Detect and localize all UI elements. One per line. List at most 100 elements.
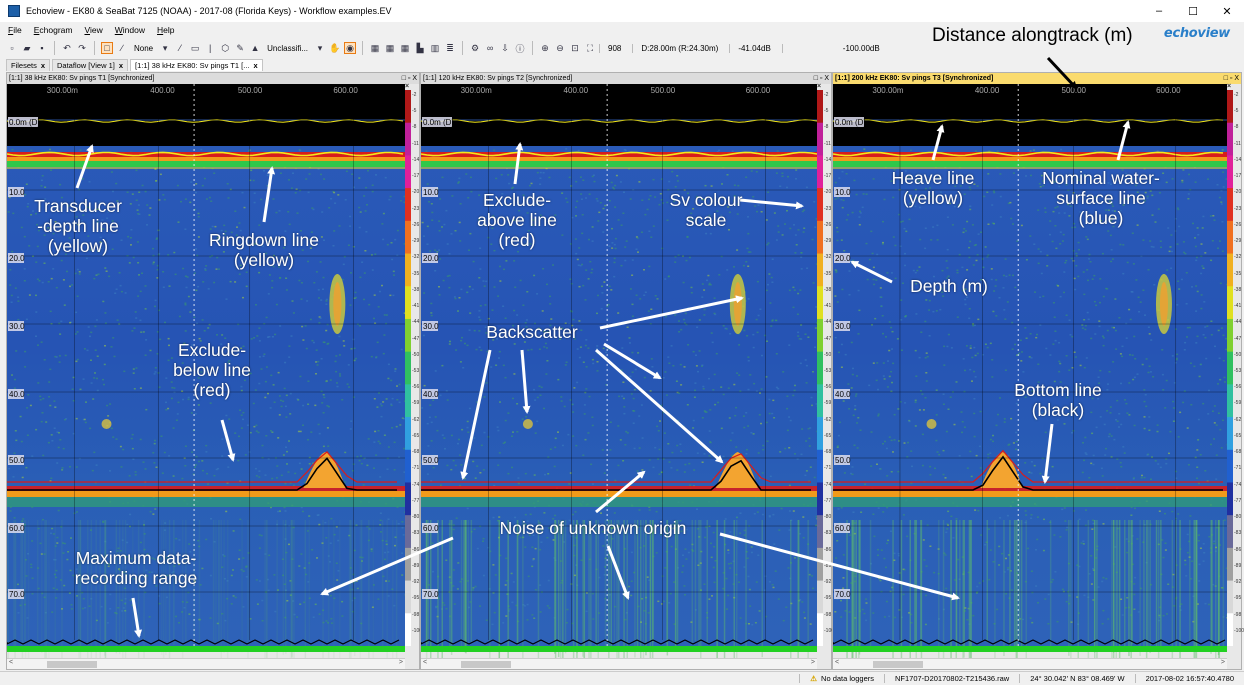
scale-tick-label: -89 — [412, 562, 420, 569]
tab-close-icon[interactable]: x — [254, 61, 258, 70]
draw-line-icon[interactable]: ⁄ — [174, 42, 186, 54]
echogram-copy-icon[interactable]: ▦ — [384, 42, 396, 54]
title-bar: Echoview - EK80 & SeaBat 7125 (NOAA) - 2… — [0, 0, 1244, 22]
info-icon[interactable]: ⓘ — [514, 42, 526, 54]
maximize-button[interactable]: ☐ — [1176, 0, 1210, 22]
menu-help[interactable]: Help — [157, 25, 174, 35]
scale-tick-label: -65 — [824, 432, 832, 439]
scale-tick-label: -11 — [412, 140, 419, 147]
horizontal-scrollbar[interactable]: < > — [421, 658, 817, 669]
scale-tick-label: -65 — [412, 432, 420, 439]
scroll-left-icon[interactable]: < — [835, 659, 839, 666]
scroll-thumb[interactable] — [461, 661, 511, 668]
scale-close-icon[interactable]: × — [405, 83, 409, 90]
max-range-bar — [833, 646, 1227, 652]
scroll-right-icon[interactable]: > — [1221, 659, 1225, 666]
annotation-max-range: Maximum data-recording range — [74, 548, 198, 588]
echogram-pane-3[interactable]: [1:1] 200 kHz EK80: Sv pings T3 [Synchro… — [832, 72, 1244, 670]
menu-window[interactable]: Window — [115, 25, 145, 35]
new-file-icon[interactable]: ▫ — [6, 42, 18, 54]
scale-tick-label: -95 — [824, 595, 832, 602]
link-icon[interactable]: ∞ — [484, 42, 496, 54]
echogram-canvas[interactable]: 300.00m 400.00 500.00 600.00 0.0m (D) 10.0 20.… — [421, 84, 817, 660]
menu-file[interactable]: File — [8, 25, 22, 35]
scale-tick-label: -38 — [824, 286, 832, 293]
polygon-region-icon[interactable]: ⬡ — [219, 42, 231, 54]
seabed-echo-tail — [7, 497, 405, 507]
undo-icon[interactable]: ↶ — [61, 42, 73, 54]
echogram-new-icon[interactable]: ▦ — [369, 42, 381, 54]
sv-colour-scale[interactable]: × -2 -5 -8 -11 -14 -17 -20 -23 -26 -29 -32 -35 -38 -41… — [1227, 83, 1244, 660]
scale-tick-label: -44 — [412, 319, 420, 326]
minimize-button[interactable]: – — [1142, 0, 1176, 22]
pane-window-buttons[interactable]: □ ▫ X — [402, 73, 417, 84]
depth-label: 60.0 — [423, 524, 439, 533]
zoom-region-icon[interactable]: ⊡ — [569, 42, 581, 54]
echogram-sync-icon[interactable]: ▦ — [399, 42, 411, 54]
scroll-right-icon[interactable]: > — [399, 659, 403, 666]
depth-label: 30.0 — [423, 322, 439, 331]
horizontal-scrollbar[interactable]: < > — [7, 658, 405, 669]
bar-chart-icon[interactable]: ▥ — [429, 42, 441, 54]
depth-label: 20.0 — [835, 254, 851, 263]
tab-close-icon[interactable]: x — [119, 61, 123, 70]
menu-echogram[interactable]: Echogram — [34, 25, 73, 35]
scale-tick-label: -53 — [412, 368, 420, 374]
layers-icon[interactable]: ≣ — [444, 42, 456, 54]
save-icon[interactable]: ▪ — [36, 42, 48, 54]
scroll-thumb[interactable] — [47, 661, 97, 668]
tab-close-icon[interactable]: x — [41, 61, 45, 70]
zoom-active-icon[interactable]: ◉ — [344, 42, 357, 54]
scale-tick-label: -17 — [412, 173, 420, 180]
zoom-in-icon[interactable]: ⊕ — [539, 42, 551, 54]
scale-tick-label: -71 — [1234, 465, 1242, 472]
depth-label: 50.0 — [9, 456, 25, 465]
scale-close-icon[interactable]: × — [817, 83, 821, 90]
distance-tick-label: 400.00 — [975, 86, 1000, 95]
scale-tick-label: -74 — [1234, 481, 1242, 488]
tab-filesets[interactable]: Filesets x — [6, 59, 51, 71]
depth-label: 0.0m (D) — [423, 118, 454, 127]
dropdown-icon[interactable]: ▾ — [159, 42, 171, 54]
open-folder-icon[interactable]: ▰ — [21, 42, 33, 54]
zoom-full-icon[interactable]: ⛶ — [584, 42, 596, 54]
rectangle-region-icon[interactable]: ▭ — [189, 42, 201, 54]
select-rectangle-icon[interactable]: □ — [101, 42, 113, 54]
export-icon[interactable]: ⇩ — [499, 42, 511, 54]
close-button[interactable]: ✕ — [1210, 0, 1244, 22]
region-class-dropdown[interactable]: Unclassifi... — [267, 44, 308, 53]
pane-window-buttons[interactable]: □ ▫ X — [1224, 73, 1239, 84]
distance-tick-label: 500.00 — [238, 86, 263, 95]
scale-tick-label: -29 — [1234, 238, 1242, 245]
seabed-echo-tail — [421, 497, 817, 507]
menu-view[interactable]: View — [84, 25, 102, 35]
line-select-dropdown[interactable]: None — [134, 44, 153, 53]
region-class-icon[interactable]: ▲ — [249, 42, 261, 54]
scale-tick-label: -83 — [824, 530, 832, 537]
scale-tick-label: -56 — [824, 384, 832, 391]
redo-icon[interactable]: ↷ — [76, 42, 88, 54]
graph-icon[interactable]: ▙ — [414, 42, 426, 54]
scale-tick-label: -41 — [1234, 303, 1242, 310]
tab-dataflow[interactable]: Dataflow [View 1] x — [52, 59, 128, 71]
scroll-right-icon[interactable]: > — [811, 659, 815, 666]
settings-icon[interactable]: ⚙ — [469, 42, 481, 54]
vertical-line-icon[interactable]: | — [204, 42, 216, 54]
zoom-out-icon[interactable]: ⊖ — [554, 42, 566, 54]
echogram-pane-2[interactable]: [1:1] 120 kHz EK80: Sv pings T2 [Synchro… — [420, 72, 834, 670]
scroll-thumb[interactable] — [873, 661, 923, 668]
pane-window-buttons[interactable]: □ ▫ X — [814, 73, 829, 84]
sv-colour-scale[interactable]: × -2 -5 -8 -11 -14 -17 -20 -23 -26 -29 -32 -35 -38 -41… — [405, 83, 422, 660]
line-pick-icon[interactable]: ∕ — [116, 42, 128, 54]
scale-tick-label: -2 — [1234, 92, 1239, 98]
scale-close-icon[interactable]: × — [1227, 83, 1231, 90]
horizontal-scrollbar[interactable]: < > — [833, 658, 1227, 669]
dropdown-icon[interactable]: ▾ — [314, 42, 326, 54]
tab-echogram-38khz[interactable]: [1:1] 38 kHz EK80: Sv pings T1 [... x — [130, 59, 263, 71]
hand-pan-icon[interactable]: ✋ — [329, 42, 341, 54]
scroll-left-icon[interactable]: < — [9, 659, 13, 666]
brush-icon[interactable]: ✎ — [234, 42, 246, 54]
scroll-left-icon[interactable]: < — [423, 659, 427, 666]
scale-tick-label: -8 — [1234, 124, 1239, 131]
sv-colour-scale[interactable]: × -2 -5 -8 -11 -14 -17 -20 -23 -26 -29 -32 -35 -38 -41… — [817, 83, 834, 660]
